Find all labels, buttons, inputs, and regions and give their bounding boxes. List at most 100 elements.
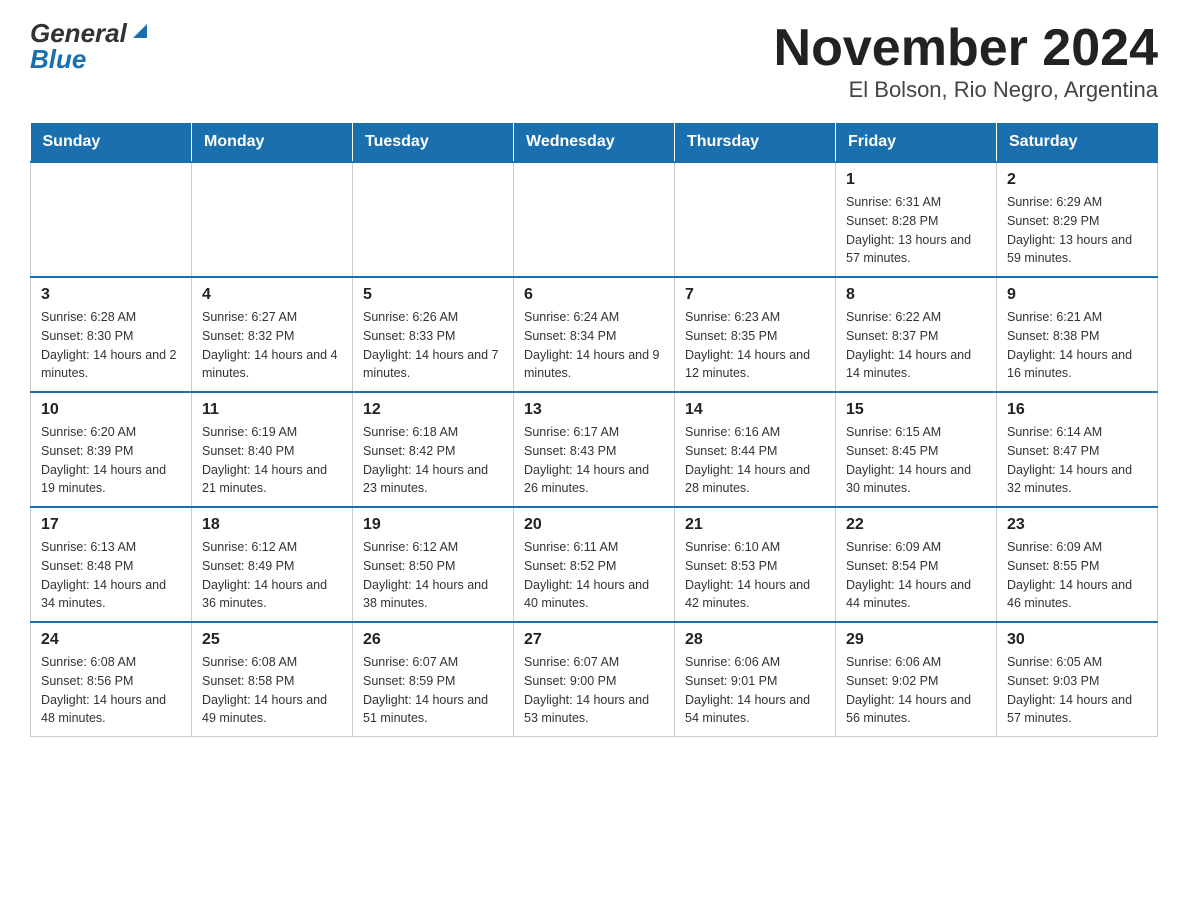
logo-general: General	[30, 20, 127, 46]
day-info: Sunrise: 6:17 AM Sunset: 8:43 PM Dayligh…	[524, 423, 664, 498]
calendar-week-row: 24 Sunrise: 6:08 AM Sunset: 8:56 PM Dayli…	[31, 622, 1158, 737]
day-number: 9	[1007, 286, 1147, 304]
day-info: Sunrise: 6:05 AM Sunset: 9:03 PM Dayligh…	[1007, 653, 1147, 728]
day-info: Sunrise: 6:14 AM Sunset: 8:47 PM Dayligh…	[1007, 423, 1147, 498]
calendar-cell: 13 Sunrise: 6:17 AM Sunset: 8:43 PM Dayli…	[514, 392, 675, 507]
day-info: Sunrise: 6:18 AM Sunset: 8:42 PM Dayligh…	[363, 423, 503, 498]
day-number: 18	[202, 516, 342, 534]
calendar-cell: 22 Sunrise: 6:09 AM Sunset: 8:54 PM Dayli…	[836, 507, 997, 622]
day-info: Sunrise: 6:08 AM Sunset: 8:56 PM Dayligh…	[41, 653, 181, 728]
day-number: 6	[524, 286, 664, 304]
calendar-cell: 16 Sunrise: 6:14 AM Sunset: 8:47 PM Dayli…	[997, 392, 1158, 507]
day-info: Sunrise: 6:07 AM Sunset: 9:00 PM Dayligh…	[524, 653, 664, 728]
day-info: Sunrise: 6:06 AM Sunset: 9:01 PM Dayligh…	[685, 653, 825, 728]
day-info: Sunrise: 6:09 AM Sunset: 8:54 PM Dayligh…	[846, 538, 986, 613]
calendar-week-row: 10 Sunrise: 6:20 AM Sunset: 8:39 PM Dayli…	[31, 392, 1158, 507]
day-info: Sunrise: 6:12 AM Sunset: 8:50 PM Dayligh…	[363, 538, 503, 613]
day-number: 8	[846, 286, 986, 304]
calendar-cell: 12 Sunrise: 6:18 AM Sunset: 8:42 PM Dayli…	[353, 392, 514, 507]
day-info: Sunrise: 6:16 AM Sunset: 8:44 PM Dayligh…	[685, 423, 825, 498]
calendar-cell: 26Sunrise: 6:07 AM Sunset: 8:59 PM Dayli…	[353, 622, 514, 737]
column-header-thursday: Thursday	[675, 123, 836, 162]
day-info: Sunrise: 6:07 AM Sunset: 8:59 PM Dayligh…	[363, 653, 503, 728]
page-title: November 2024	[774, 20, 1158, 77]
calendar-cell: 30 Sunrise: 6:05 AM Sunset: 9:03 PM Dayli…	[997, 622, 1158, 737]
day-number: 20	[524, 516, 664, 534]
column-header-sunday: Sunday	[31, 123, 192, 162]
day-number: 28	[685, 631, 825, 649]
calendar-cell: 21 Sunrise: 6:10 AM Sunset: 8:53 PM Dayli…	[675, 507, 836, 622]
calendar-cell: 4 Sunrise: 6:27 AM Sunset: 8:32 PM Daylig…	[192, 277, 353, 392]
calendar-cell: 28 Sunrise: 6:06 AM Sunset: 9:01 PM Dayli…	[675, 622, 836, 737]
day-number: 23	[1007, 516, 1147, 534]
calendar-cell: 10 Sunrise: 6:20 AM Sunset: 8:39 PM Dayli…	[31, 392, 192, 507]
day-number: 13	[524, 401, 664, 419]
calendar-week-row: 3Sunrise: 6:28 AM Sunset: 8:30 PM Daylig…	[31, 277, 1158, 392]
day-number: 29	[846, 631, 986, 649]
calendar-cell: 17Sunrise: 6:13 AM Sunset: 8:48 PM Dayli…	[31, 507, 192, 622]
calendar-cell	[353, 162, 514, 277]
day-number: 27	[524, 631, 664, 649]
calendar-cell: 25 Sunrise: 6:08 AM Sunset: 8:58 PM Dayli…	[192, 622, 353, 737]
day-number: 4	[202, 286, 342, 304]
calendar-cell	[31, 162, 192, 277]
day-number: 21	[685, 516, 825, 534]
day-info: Sunrise: 6:11 AM Sunset: 8:52 PM Dayligh…	[524, 538, 664, 613]
calendar-cell: 20 Sunrise: 6:11 AM Sunset: 8:52 PM Dayli…	[514, 507, 675, 622]
day-info: Sunrise: 6:31 AM Sunset: 8:28 PM Dayligh…	[846, 193, 986, 268]
day-number: 7	[685, 286, 825, 304]
day-number: 16	[1007, 401, 1147, 419]
calendar-cell: 15Sunrise: 6:15 AM Sunset: 8:45 PM Dayli…	[836, 392, 997, 507]
day-number: 22	[846, 516, 986, 534]
day-info: Sunrise: 6:27 AM Sunset: 8:32 PM Dayligh…	[202, 308, 342, 383]
column-header-tuesday: Tuesday	[353, 123, 514, 162]
day-info: Sunrise: 6:24 AM Sunset: 8:34 PM Dayligh…	[524, 308, 664, 383]
calendar-header-row: SundayMondayTuesdayWednesdayThursdayFrid…	[31, 123, 1158, 162]
day-info: Sunrise: 6:12 AM Sunset: 8:49 PM Dayligh…	[202, 538, 342, 613]
day-info: Sunrise: 6:19 AM Sunset: 8:40 PM Dayligh…	[202, 423, 342, 498]
calendar-week-row: 1 Sunrise: 6:31 AM Sunset: 8:28 PM Daylig…	[31, 162, 1158, 277]
logo: General Blue	[30, 20, 151, 72]
day-info: Sunrise: 6:22 AM Sunset: 8:37 PM Dayligh…	[846, 308, 986, 383]
calendar-cell: 1 Sunrise: 6:31 AM Sunset: 8:28 PM Daylig…	[836, 162, 997, 277]
day-number: 3	[41, 286, 181, 304]
calendar-week-row: 17Sunrise: 6:13 AM Sunset: 8:48 PM Dayli…	[31, 507, 1158, 622]
day-number: 24	[41, 631, 181, 649]
day-number: 2	[1007, 171, 1147, 189]
page-subtitle: El Bolson, Rio Negro, Argentina	[774, 77, 1158, 103]
day-info: Sunrise: 6:06 AM Sunset: 9:02 PM Dayligh…	[846, 653, 986, 728]
day-info: Sunrise: 6:23 AM Sunset: 8:35 PM Dayligh…	[685, 308, 825, 383]
day-number: 19	[363, 516, 503, 534]
calendar-cell: 24 Sunrise: 6:08 AM Sunset: 8:56 PM Dayli…	[31, 622, 192, 737]
title-area: November 2024 El Bolson, Rio Negro, Arge…	[774, 20, 1158, 103]
logo-triangle-icon	[129, 20, 151, 42]
calendar-cell: 7 Sunrise: 6:23 AM Sunset: 8:35 PM Daylig…	[675, 277, 836, 392]
calendar-cell: 23Sunrise: 6:09 AM Sunset: 8:55 PM Dayli…	[997, 507, 1158, 622]
day-info: Sunrise: 6:26 AM Sunset: 8:33 PM Dayligh…	[363, 308, 503, 383]
calendar-cell: 3Sunrise: 6:28 AM Sunset: 8:30 PM Daylig…	[31, 277, 192, 392]
day-number: 5	[363, 286, 503, 304]
column-header-monday: Monday	[192, 123, 353, 162]
calendar-cell: 9Sunrise: 6:21 AM Sunset: 8:38 PM Daylig…	[997, 277, 1158, 392]
day-info: Sunrise: 6:29 AM Sunset: 8:29 PM Dayligh…	[1007, 193, 1147, 268]
day-number: 11	[202, 401, 342, 419]
day-number: 12	[363, 401, 503, 419]
day-info: Sunrise: 6:10 AM Sunset: 8:53 PM Dayligh…	[685, 538, 825, 613]
day-info: Sunrise: 6:08 AM Sunset: 8:58 PM Dayligh…	[202, 653, 342, 728]
calendar-table: SundayMondayTuesdayWednesdayThursdayFrid…	[30, 123, 1158, 737]
calendar-cell	[514, 162, 675, 277]
calendar-cell: 8 Sunrise: 6:22 AM Sunset: 8:37 PM Daylig…	[836, 277, 997, 392]
logo-blue: Blue	[30, 46, 151, 72]
column-header-saturday: Saturday	[997, 123, 1158, 162]
day-number: 15	[846, 401, 986, 419]
calendar-cell: 29 Sunrise: 6:06 AM Sunset: 9:02 PM Dayli…	[836, 622, 997, 737]
day-number: 1	[846, 171, 986, 189]
page-header: General Blue November 2024 El Bolson, Ri…	[30, 20, 1158, 103]
day-number: 25	[202, 631, 342, 649]
calendar-cell: 19 Sunrise: 6:12 AM Sunset: 8:50 PM Dayli…	[353, 507, 514, 622]
calendar-cell: 11 Sunrise: 6:19 AM Sunset: 8:40 PM Dayli…	[192, 392, 353, 507]
day-info: Sunrise: 6:20 AM Sunset: 8:39 PM Dayligh…	[41, 423, 181, 498]
day-number: 30	[1007, 631, 1147, 649]
logo-text: General Blue	[30, 20, 151, 72]
day-number: 10	[41, 401, 181, 419]
